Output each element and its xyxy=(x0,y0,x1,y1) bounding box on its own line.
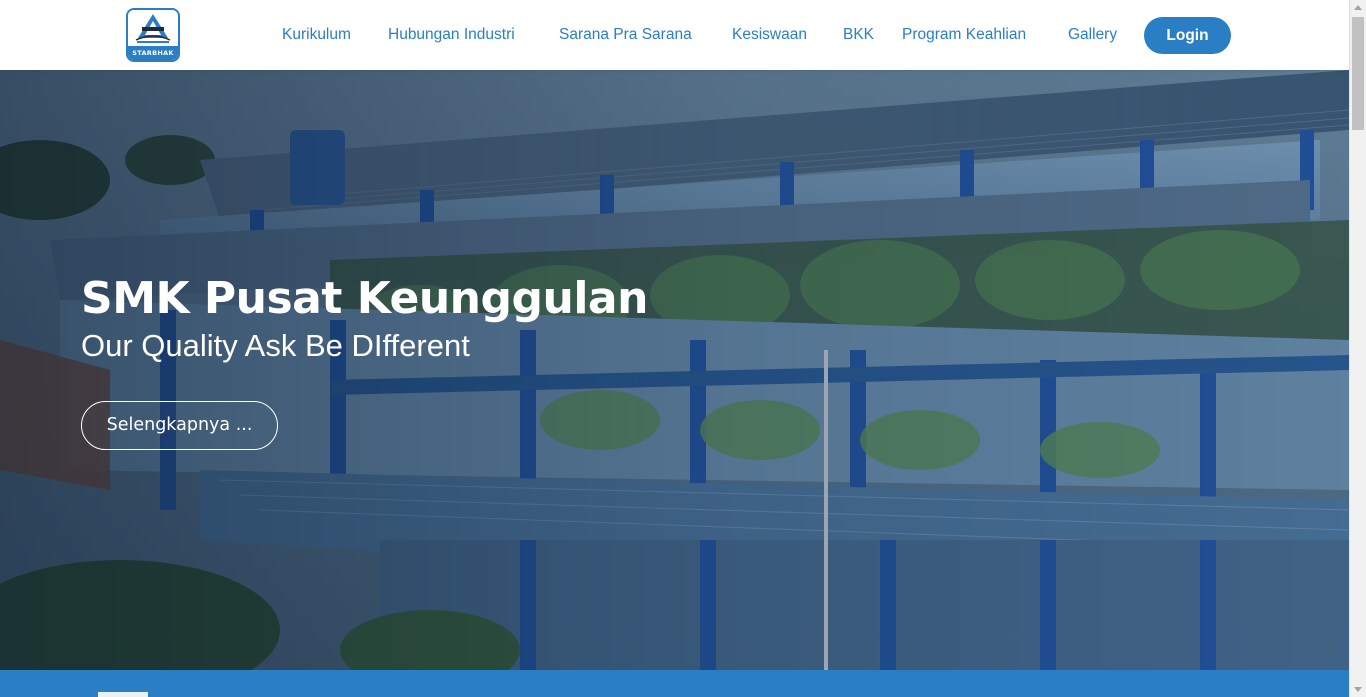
nav-item-bkk[interactable]: BKK xyxy=(843,25,874,45)
hero-subtitle: Our Quality Ask Be DIfferent xyxy=(81,328,470,363)
navbar: STARBHAK Kurikulum Hubungan Industri Sar… xyxy=(0,0,1349,70)
strip-notch xyxy=(98,692,148,697)
hero-overlay xyxy=(0,70,1349,670)
nav-item-kesiswaan[interactable]: Kesiswaan xyxy=(732,25,807,45)
school-logo[interactable]: STARBHAK xyxy=(126,8,180,62)
section-divider-strip xyxy=(0,670,1349,697)
hero-section: SMK Pusat Keunggulan Our Quality Ask Be … xyxy=(0,70,1349,670)
page-scrollbar[interactable] xyxy=(1349,0,1366,697)
nav-item-sarana-pra-sarana[interactable]: Sarana Pra Sarana xyxy=(559,25,692,45)
login-button[interactable]: Login xyxy=(1144,17,1231,54)
scroll-up-arrow-icon[interactable] xyxy=(1354,5,1362,10)
read-more-button[interactable]: Selengkapnya ... xyxy=(81,401,278,450)
starbhak-emblem-icon xyxy=(128,10,178,46)
scroll-down-arrow-icon[interactable] xyxy=(1354,687,1362,692)
nav-item-program-keahlian[interactable]: Program Keahlian xyxy=(902,25,1026,45)
nav-item-hubungan-industri[interactable]: Hubungan Industri xyxy=(388,25,515,45)
hero-title: SMK Pusat Keunggulan xyxy=(81,273,648,324)
nav-item-gallery[interactable]: Gallery xyxy=(1068,25,1117,45)
scroll-thumb[interactable] xyxy=(1352,17,1364,130)
logo-text: STARBHAK xyxy=(128,46,178,60)
nav-item-kurikulum[interactable]: Kurikulum xyxy=(282,25,351,45)
